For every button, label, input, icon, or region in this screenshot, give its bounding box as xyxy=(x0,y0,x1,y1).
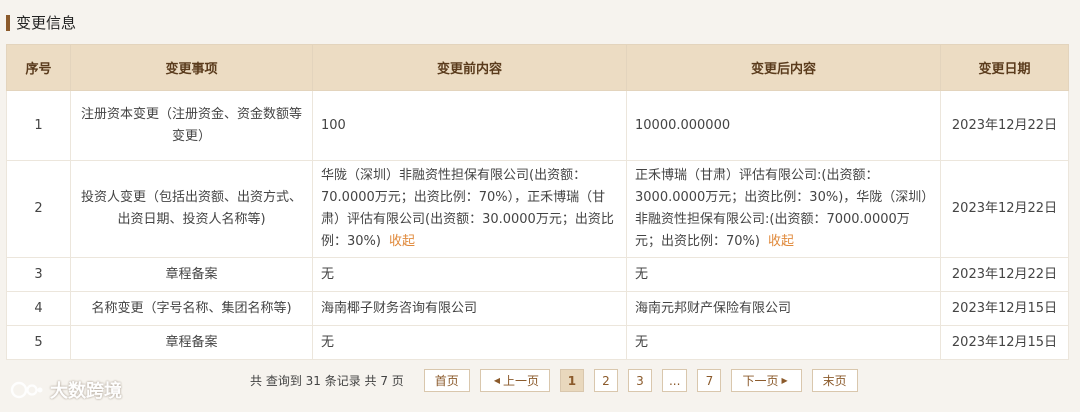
cell-date: 2023年12月22日 xyxy=(940,257,1069,292)
cell-date: 2023年12月15日 xyxy=(940,325,1069,360)
table-row: 4 名称变更（字号名称、集团名称等) 海南椰子财务咨询有限公司 海南元邦财产保险… xyxy=(6,291,1069,326)
cell-before: 海南椰子财务咨询有限公司 xyxy=(312,291,627,326)
cell-index: 1 xyxy=(6,90,71,161)
table-row: 1 注册资本变更（注册资金、资金数额等变更） 100 10000.000000 … xyxy=(6,90,1069,161)
section-title-bar xyxy=(6,14,10,31)
last-page-button[interactable]: 末页 xyxy=(811,369,858,392)
cell-item: 章程备案 xyxy=(70,257,313,292)
first-page-button[interactable]: 首页 xyxy=(423,369,470,392)
column-header-after: 变更后内容 xyxy=(626,44,941,91)
page-button-1[interactable]: 1 xyxy=(559,369,584,392)
column-header-date: 变更日期 xyxy=(940,44,1069,91)
table-header-row: 序号 变更事项 变更前内容 变更后内容 变更日期 xyxy=(6,44,1069,91)
cell-item: 注册资本变更（注册资金、资金数额等变更） xyxy=(70,90,313,161)
page-button-3[interactable]: 3 xyxy=(627,369,652,392)
cell-item: 章程备案 xyxy=(70,325,313,360)
cell-after: 无 xyxy=(626,257,941,292)
column-header-index: 序号 xyxy=(6,44,71,91)
section-title: 变更信息 xyxy=(6,12,76,33)
cell-index: 5 xyxy=(6,325,71,360)
caret-left-icon: ◀ xyxy=(493,376,500,385)
cell-before: 100 xyxy=(312,90,627,161)
watermark-text: 大数跨境 xyxy=(50,381,122,402)
caret-right-icon: ▶ xyxy=(781,376,788,385)
collapse-link-after[interactable]: 收起 xyxy=(768,234,794,249)
cell-item: 名称变更（字号名称、集团名称等) xyxy=(70,291,313,326)
cell-date: 2023年12月22日 xyxy=(940,90,1069,161)
column-header-before: 变更前内容 xyxy=(312,44,627,91)
prev-page-button[interactable]: ◀ 上一页 xyxy=(479,369,550,392)
next-page-button[interactable]: 下一页 ▶ xyxy=(731,369,802,392)
cell-item: 投资人变更（包括出资额、出资方式、出资日期、投资人名称等) xyxy=(70,160,313,258)
page-ellipsis: ... xyxy=(661,369,688,392)
cell-date: 2023年12月22日 xyxy=(940,160,1069,258)
page-button-2[interactable]: 2 xyxy=(593,369,618,392)
pagination-summary: 共 查询到 31 条记录 共 7 页 xyxy=(250,374,404,388)
section-title-text: 变更信息 xyxy=(16,14,77,32)
cell-index: 2 xyxy=(6,160,71,258)
cell-before: 无 xyxy=(312,325,627,360)
cell-before: 华陇（深圳）非融资性担保有限公司(出资额：70.0000万元；出资比例：70%）… xyxy=(312,160,627,258)
cell-after: 正禾博瑞（甘肃）评估有限公司:(出资额：3000.0000万元；出资比例：30%… xyxy=(626,160,941,258)
column-header-item: 变更事项 xyxy=(70,44,313,91)
cell-before-text: 华陇（深圳）非融资性担保有限公司(出资额：70.0000万元；出资比例：70%）… xyxy=(321,168,614,249)
pagination: 共 查询到 31 条记录 共 7 页 首页 ◀ 上一页 1 2 3 ... 7 下… xyxy=(250,369,868,392)
cell-index: 3 xyxy=(6,257,71,292)
table-row: 2 投资人变更（包括出资额、出资方式、出资日期、投资人名称等) 华陇（深圳）非融… xyxy=(6,160,1069,258)
cell-index: 4 xyxy=(6,291,71,326)
cell-after: 10000.000000 xyxy=(626,90,941,161)
watermark: 大数跨境 xyxy=(10,377,122,403)
watermark-logo-icon xyxy=(10,381,43,399)
collapse-link-before[interactable]: 收起 xyxy=(389,234,415,249)
table-row: 5 章程备案 无 无 2023年12月15日 xyxy=(6,325,1069,360)
cell-date: 2023年12月15日 xyxy=(940,291,1069,326)
table-row: 3 章程备案 无 无 2023年12月22日 xyxy=(6,257,1069,292)
cell-after: 无 xyxy=(626,325,941,360)
prev-page-label: 上一页 xyxy=(502,374,539,388)
cell-before: 无 xyxy=(312,257,627,292)
cell-after: 海南元邦财产保险有限公司 xyxy=(626,291,941,326)
page-button-7[interactable]: 7 xyxy=(697,369,722,392)
next-page-label: 下一页 xyxy=(742,374,779,388)
change-records-table: 序号 变更事项 变更前内容 变更后内容 变更日期 1 注册资本变更（注册资金、资… xyxy=(6,44,1069,360)
